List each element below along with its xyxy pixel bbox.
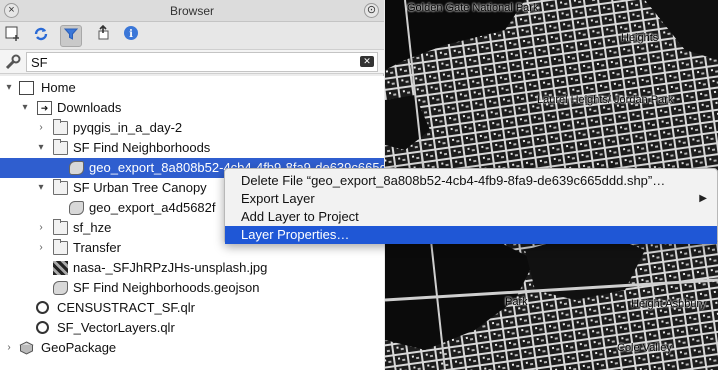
menu-item-label: Layer Properties… bbox=[241, 227, 350, 242]
tree-item-vectorlayers-qlr[interactable]: SF_VectorLayers.qlr bbox=[0, 318, 384, 338]
menu-item-layer-properties[interactable]: Layer Properties… bbox=[225, 226, 717, 244]
properties-icon[interactable]: i bbox=[120, 25, 142, 47]
wrench-search-icon bbox=[5, 54, 21, 70]
tree-item-neighborhoods-geojson[interactable]: SF Find Neighborhoods.geojson bbox=[0, 278, 384, 298]
panel-title: Browser bbox=[169, 4, 214, 18]
geopackage-icon bbox=[19, 341, 34, 355]
search-input[interactable] bbox=[26, 52, 378, 72]
expand-arrow-icon[interactable]: ▾ bbox=[36, 138, 46, 158]
svg-text:i: i bbox=[129, 29, 133, 40]
map-label: Heights bbox=[621, 32, 659, 44]
tree-item-label: geo_export_a4d5682f bbox=[89, 200, 216, 215]
map-label: Golden Gate National Park bbox=[407, 2, 539, 14]
qgis-layer-definition-icon bbox=[36, 321, 49, 334]
tree-item-label: sf_hze bbox=[73, 220, 112, 235]
folder-icon bbox=[53, 239, 68, 255]
tree-item-label: SF_VectorLayers.qlr bbox=[57, 320, 175, 335]
expand-arrow-icon[interactable]: ▾ bbox=[36, 178, 46, 198]
map-label: Height Ashbury bbox=[631, 298, 706, 310]
panel-titlebar: × ⊙ Browser bbox=[0, 0, 384, 22]
menu-item-delete-file[interactable]: Delete File “geo_export_8a808b52-4cb4-4f… bbox=[225, 172, 717, 190]
raster-icon bbox=[53, 261, 68, 275]
tree-item-label: pyqgis_in_a_day-2 bbox=[73, 120, 183, 135]
tree-item-label: GeoPackage bbox=[41, 340, 117, 355]
context-menu: Delete File “geo_export_8a808b52-4cb4-4f… bbox=[224, 168, 718, 244]
folder-icon bbox=[53, 179, 68, 195]
qgis-layer-definition-icon bbox=[36, 301, 49, 314]
tree-item-geopackage[interactable]: › GeoPackage bbox=[0, 338, 384, 358]
tree-item-label: Transfer bbox=[73, 240, 121, 255]
map-label: Cole Valley bbox=[617, 342, 672, 354]
tree-item-nasa-jpg[interactable]: nasa-_SFJhRPzJHs-unsplash.jpg bbox=[0, 258, 384, 278]
menu-item-add-layer-to-project[interactable]: Add Layer to Project bbox=[225, 208, 717, 226]
filter-icon[interactable] bbox=[60, 25, 82, 47]
tree-item-label: CENSUSTRACT_SF.qlr bbox=[57, 300, 195, 315]
tree-item-label: nasa-_SFJhRPzJHs-unsplash.jpg bbox=[73, 260, 268, 275]
map-label: Park bbox=[505, 296, 528, 308]
downloads-folder-icon: ➜ bbox=[37, 101, 52, 115]
tree-item-censustract-qlr[interactable]: CENSUSTRACT_SF.qlr bbox=[0, 298, 384, 318]
polygon-layer-icon bbox=[69, 201, 84, 215]
menu-item-label: Export Layer bbox=[241, 191, 315, 206]
expand-arrow-icon[interactable]: ▾ bbox=[4, 78, 14, 98]
browser-toolbar: i bbox=[0, 22, 384, 50]
home-folder-icon bbox=[19, 81, 34, 95]
clear-search-icon[interactable]: ✕ bbox=[360, 56, 374, 67]
search-row: ✕ bbox=[0, 50, 384, 74]
tree-item-label: SF Urban Tree Canopy bbox=[73, 180, 207, 195]
folder-icon bbox=[53, 119, 68, 135]
menu-item-label: Add Layer to Project bbox=[241, 209, 359, 224]
tree-item-label: SF Find Neighborhoods.geojson bbox=[73, 280, 260, 295]
menu-item-label: Delete File “geo_export_8a808b52-4cb4-4f… bbox=[241, 173, 666, 188]
tree-item-pyqgis[interactable]: › pyqgis_in_a_day-2 bbox=[0, 118, 384, 138]
tree-item-home[interactable]: ▾ Home bbox=[0, 78, 384, 98]
folder-icon bbox=[53, 139, 68, 155]
folder-icon bbox=[53, 219, 68, 235]
refresh-icon[interactable] bbox=[30, 25, 52, 47]
submenu-arrow-icon: ▶ bbox=[699, 193, 707, 204]
collapsed-arrow-icon[interactable]: › bbox=[36, 118, 46, 138]
collapse-all-icon[interactable] bbox=[92, 24, 114, 47]
collapsed-arrow-icon[interactable]: › bbox=[36, 218, 46, 238]
tree-item-sf-find-neighborhoods[interactable]: ▾ SF Find Neighborhoods bbox=[0, 138, 384, 158]
collapsed-arrow-icon[interactable]: › bbox=[4, 338, 14, 358]
polygon-layer-icon bbox=[53, 281, 68, 295]
tree-item-label: SF Find Neighborhoods bbox=[73, 140, 211, 155]
collapsed-arrow-icon[interactable]: › bbox=[36, 238, 46, 258]
expand-arrow-icon[interactable]: ▾ bbox=[20, 98, 30, 118]
tree-item-downloads[interactable]: ▾ ➜ Downloads bbox=[0, 98, 384, 118]
add-selected-layers-icon[interactable] bbox=[2, 25, 24, 47]
tree-item-label: Home bbox=[41, 80, 76, 95]
polygon-layer-icon bbox=[69, 161, 84, 175]
tree-item-label: Downloads bbox=[57, 100, 122, 115]
map-label: Laurel Heights/ Jordan Park bbox=[537, 94, 674, 106]
menu-item-export-layer[interactable]: Export Layer ▶ bbox=[225, 190, 717, 208]
